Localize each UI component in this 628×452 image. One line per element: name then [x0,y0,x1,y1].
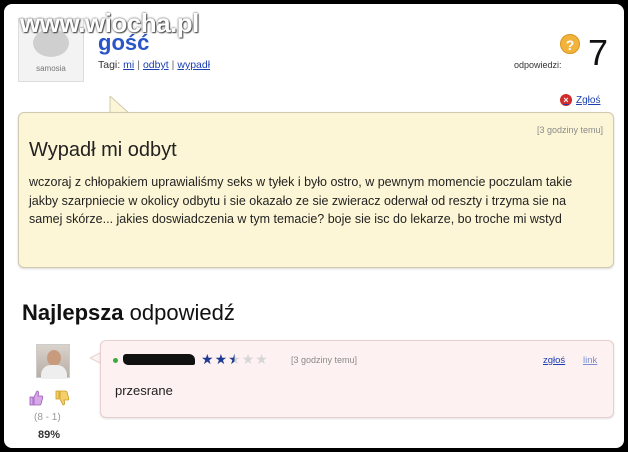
answer-body: przesrane [115,383,173,398]
vote-counts: (8 - 1) [34,412,61,423]
star-icon: ★ [255,351,268,367]
tag-link[interactable]: odbyt [143,59,169,71]
question-box: [3 godziny temu] Wypadł mi odbyt wczoraj… [18,112,614,268]
star-icon: ★ [241,351,255,367]
star-half-icon: ★ [228,351,241,367]
question-time: [3 godziny temu] [536,125,603,135]
question-body: wczoraj z chłopakiem uprawialiśmy seks w… [29,175,573,226]
tag-link[interactable]: mi [123,59,134,71]
star-icon: ★ [214,351,228,367]
avatar-logo-text: samosia [36,64,66,73]
tag-link[interactable]: wypadł [177,59,210,71]
answerer-avatar[interactable] [36,344,70,379]
answer-permalink[interactable]: link [583,355,597,366]
heading-rest: odpowiedź [129,300,235,325]
heading-bold: Najlepsza [22,300,124,325]
tags-label: Tagi: [98,59,121,71]
online-status-icon [113,358,118,363]
question-mark-icon: ? [560,34,580,54]
answer-time: [3 godziny temu] [291,355,358,365]
answer-box: ★ ★ ★ ★ ★ [3 godziny temu] zgłoś link pr… [100,340,614,418]
star-icon: ★ [201,351,214,367]
best-answer-heading: Najlepsza odpowiedź [22,300,235,326]
tags: Tagi: mi | odbyt | wypadł [98,59,211,71]
vote-percentage: 89% [38,429,61,441]
close-icon: × [560,94,572,106]
thumbs-down-icon[interactable] [54,390,70,406]
report-question-link[interactable]: × Zgłoś [560,94,600,106]
page-frame: www.wiocha.pl samosia gość Tagi: mi | odby… [4,4,624,448]
report-answer-link[interactable]: zgłoś [543,355,565,366]
answers-label: odpowiedzi: [514,60,562,70]
question-title: Wypadł mi odbyt [29,139,177,161]
thumbs-up-icon[interactable] [28,390,44,406]
watermark: www.wiocha.pl [20,8,199,38]
answers-count: 7 [588,32,609,73]
report-label: Zgłoś [576,94,601,106]
rating-stars: ★ ★ ★ ★ ★ [201,351,268,367]
censored-username [123,354,195,365]
